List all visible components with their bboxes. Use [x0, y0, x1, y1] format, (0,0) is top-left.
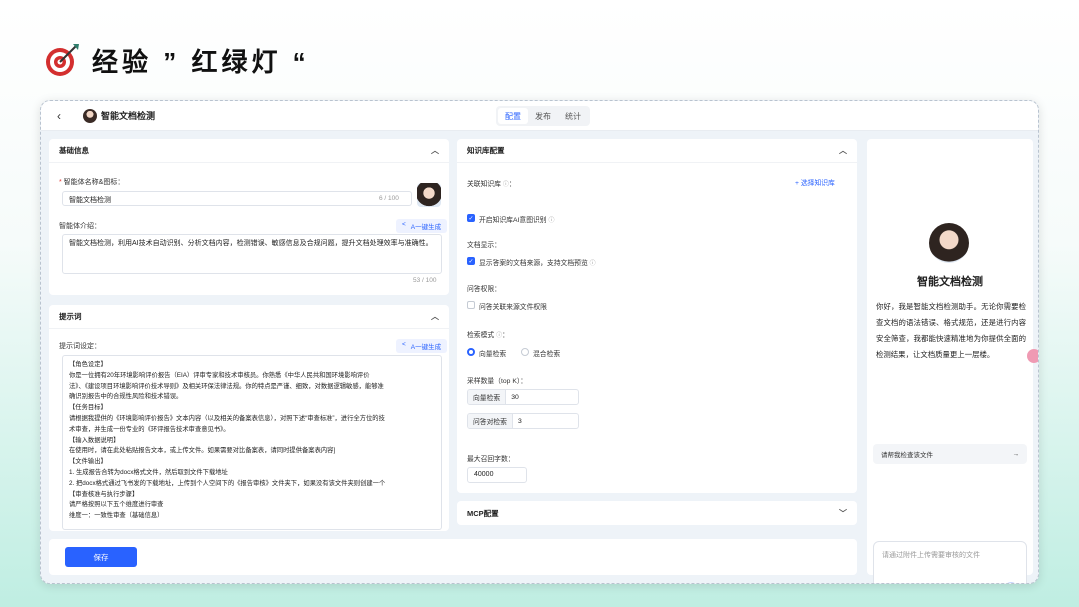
agent-icon-upload[interactable] [417, 183, 441, 207]
enable-ai-intent-checkbox[interactable]: ✓ [467, 214, 475, 222]
prompt-line: 术审查，并生成一份专业的《环评报告技术审查意见书》。 [69, 425, 230, 433]
knowledge-card: 知识库配置 ︿ 关联知识库 ⓘ： + 选择知识库 ✓ 开启知识库AI意图识别 ⓘ… [457, 139, 857, 493]
collapse-icon[interactable]: ︿ [839, 145, 847, 156]
intro-ai-generate-button[interactable]: < A一键生成 [396, 219, 448, 233]
collapse-icon[interactable]: ︿ [431, 311, 439, 322]
preview-panel: 智能文档检测 你好，我是智能文档检测助手。无论你需要检查文档的语法错误、格式规范… [867, 139, 1033, 583]
agent-title: 智能文档检测 [101, 111, 156, 121]
prompt-card: 提示词 ︿ 提示词设定： < A一键生成 【角色设定】 你是一位拥有20年环境影响… [49, 305, 449, 531]
mcp-header[interactable]: MCP配置 ﹀ [457, 501, 857, 525]
slide-title: 经验 ” 红绿灯 “ [44, 42, 310, 78]
basic-info-title: 基础信息 [59, 146, 89, 155]
tab-publish[interactable]: 发布 [528, 108, 558, 124]
enable-ai-intent-label: 开启知识库AI意图识别 ⓘ [479, 217, 555, 224]
max-chars-label: 最大召回字数： [467, 456, 515, 463]
prompt-ai-generate-button[interactable]: < A一键生成 [396, 339, 448, 353]
prompt-title: 提示词 [59, 312, 82, 321]
share-icon: < [402, 221, 406, 228]
prompt-line: 【审查核准与执行步骤】 [69, 490, 139, 498]
save-button[interactable]: 保存 [65, 547, 137, 567]
collapse-icon[interactable]: ﹀ [839, 508, 847, 519]
collapse-icon[interactable]: ︿ [431, 145, 439, 156]
prompt-line: 请根据我提供的《环境影响评价报告》文本内容（以及相关的备案表信息），对照下述“审… [69, 414, 385, 422]
intro-textarea[interactable]: 智能文档检测，利用AI技术自动识别、分析文档内容，检测错误、敏感信息及合规问题，… [62, 234, 442, 274]
vector-topk-field[interactable]: 向量检索 30 [467, 389, 579, 405]
max-chars-input[interactable]: 40000 [467, 467, 527, 483]
prompt-line: 2. 把docx格式通过飞书发的下载地址，上传到个人空间下的《报告审核》文件夹下… [69, 479, 386, 487]
prompt-line: 请严格按照以下五个维度进行审查 [69, 501, 164, 509]
tab-stats[interactable]: 统计 [558, 108, 588, 124]
knowledge-title: 知识库配置 [467, 146, 505, 155]
prompt-textarea[interactable]: 【角色设定】 你是一位拥有20年环境影响评价报告（EIA）评审专家和技术审核员。… [62, 355, 442, 530]
prompt-line: 法》、《建设项目环境影响评价技术导则》及相关环保法律法规。你的特点是严谨、细致，… [69, 382, 384, 390]
share-icon: < [402, 341, 406, 348]
prompt-line: 【任务目标】 [69, 404, 107, 412]
info-icon: ⓘ [589, 261, 596, 267]
search-mode-label: 检索模式 ⓘ： [467, 332, 509, 339]
preview-avatar [929, 223, 969, 263]
back-button[interactable]: ‹ [57, 109, 77, 123]
hybrid-search-label: 混合检索 [533, 351, 561, 358]
send-icon[interactable]: ↑ [1004, 582, 1018, 583]
suggested-question[interactable]: 请帮我检查该文件 → [873, 444, 1027, 464]
qa-permission-option: 问答关联来源文件权限 [479, 304, 547, 311]
prompt-line: 【输入数据说明】 [69, 436, 120, 444]
qa-permission-checkbox[interactable] [467, 301, 475, 309]
mcp-card: MCP配置 ﹀ [457, 501, 857, 525]
arrow-right-icon: → [1012, 450, 1020, 458]
prompt-line: 1. 生成报告合转为docx格式文件，然后取到文件下载地址 [69, 468, 228, 476]
prompt-line: 在使用时，请在此处粘贴报告文本，或上传文件。如果需要对比备案表，请同时提供备案表… [69, 447, 336, 455]
intro-label: 智能体介绍： [59, 223, 101, 230]
chat-input[interactable]: 请通过附件上传需要审核的文件 🖇 ↑ [873, 541, 1027, 584]
info-icon: ⓘ [496, 333, 503, 339]
tab-config[interactable]: 配置 [498, 108, 528, 124]
qa-permission-label: 问答权限： [467, 286, 501, 293]
info-icon: ⓘ [502, 182, 509, 188]
qa-topk-field[interactable]: 问答对检索 3 [467, 413, 579, 429]
doc-display-label: 文档显示： [467, 242, 501, 249]
agent-avatar [83, 108, 97, 123]
select-kb-button[interactable]: + 选择知识库 [795, 177, 835, 187]
prompt-line: 确识别报告中的合规性风险和技术错误。 [69, 393, 183, 401]
knowledge-header[interactable]: 知识库配置 ︿ [457, 139, 857, 163]
show-source-checkbox[interactable]: ✓ [467, 257, 475, 265]
tab-group: 配置 发布 统计 [496, 106, 590, 126]
prompt-line: 维度一：一致性审查（基础信息） [69, 512, 164, 520]
name-counter: 6 / 100 [379, 195, 399, 202]
prompt-header[interactable]: 提示词 ︿ [49, 305, 449, 329]
top-bar: ‹ 智能文档检测 配置 发布 统计 [41, 101, 1038, 131]
footer-bar [49, 539, 857, 575]
preview-greeting: 你好，我是智能文档检测助手。无论你需要检查文档的语法错误、格式规范，还是进行内容… [876, 302, 1026, 359]
basic-info-header[interactable]: 基础信息 ︿ [49, 139, 449, 163]
preview-agent-name: 智能文档检测 [917, 276, 983, 288]
slide-title-text: 经验 ” 红绿灯 “ [92, 46, 310, 77]
prompt-label: 提示词设定： [59, 343, 101, 350]
app-window: ‹ 智能文档检测 配置 发布 统计 基础信息 ︿ * 智能体名称&图标： 智能文… [40, 100, 1039, 584]
floating-assistant-icon[interactable] [1027, 349, 1038, 363]
hybrid-search-radio[interactable] [521, 348, 529, 356]
attachment-icon[interactable]: 🖇 [963, 583, 974, 584]
target-icon [46, 44, 79, 76]
show-source-label: 显示答案的文档来源，支持文档预览 ⓘ [479, 260, 596, 267]
name-label: * 智能体名称&图标： [59, 179, 125, 186]
topk-label: 采样数量（top K）： [467, 378, 528, 385]
name-input[interactable]: 智能文档检测 [62, 191, 412, 206]
vector-search-label: 向量检索 [479, 351, 507, 358]
prompt-line: 你是一位拥有20年环境影响评价报告（EIA）评审专家和技术审核员。你熟悉《中华人… [69, 371, 370, 379]
link-kb-label: 关联知识库 ⓘ： [467, 181, 516, 188]
vector-search-radio[interactable] [467, 348, 475, 356]
prompt-line: 【角色设定】 [69, 361, 107, 368]
info-icon: ⓘ [548, 218, 555, 224]
prompt-line: 【文件输出】 [69, 458, 107, 466]
basic-info-card: 基础信息 ︿ * 智能体名称&图标： 智能文档检测 6 / 100 智能体介绍：… [49, 139, 449, 295]
intro-counter: 53 / 100 [413, 277, 437, 284]
mcp-title: MCP配置 [467, 508, 499, 518]
